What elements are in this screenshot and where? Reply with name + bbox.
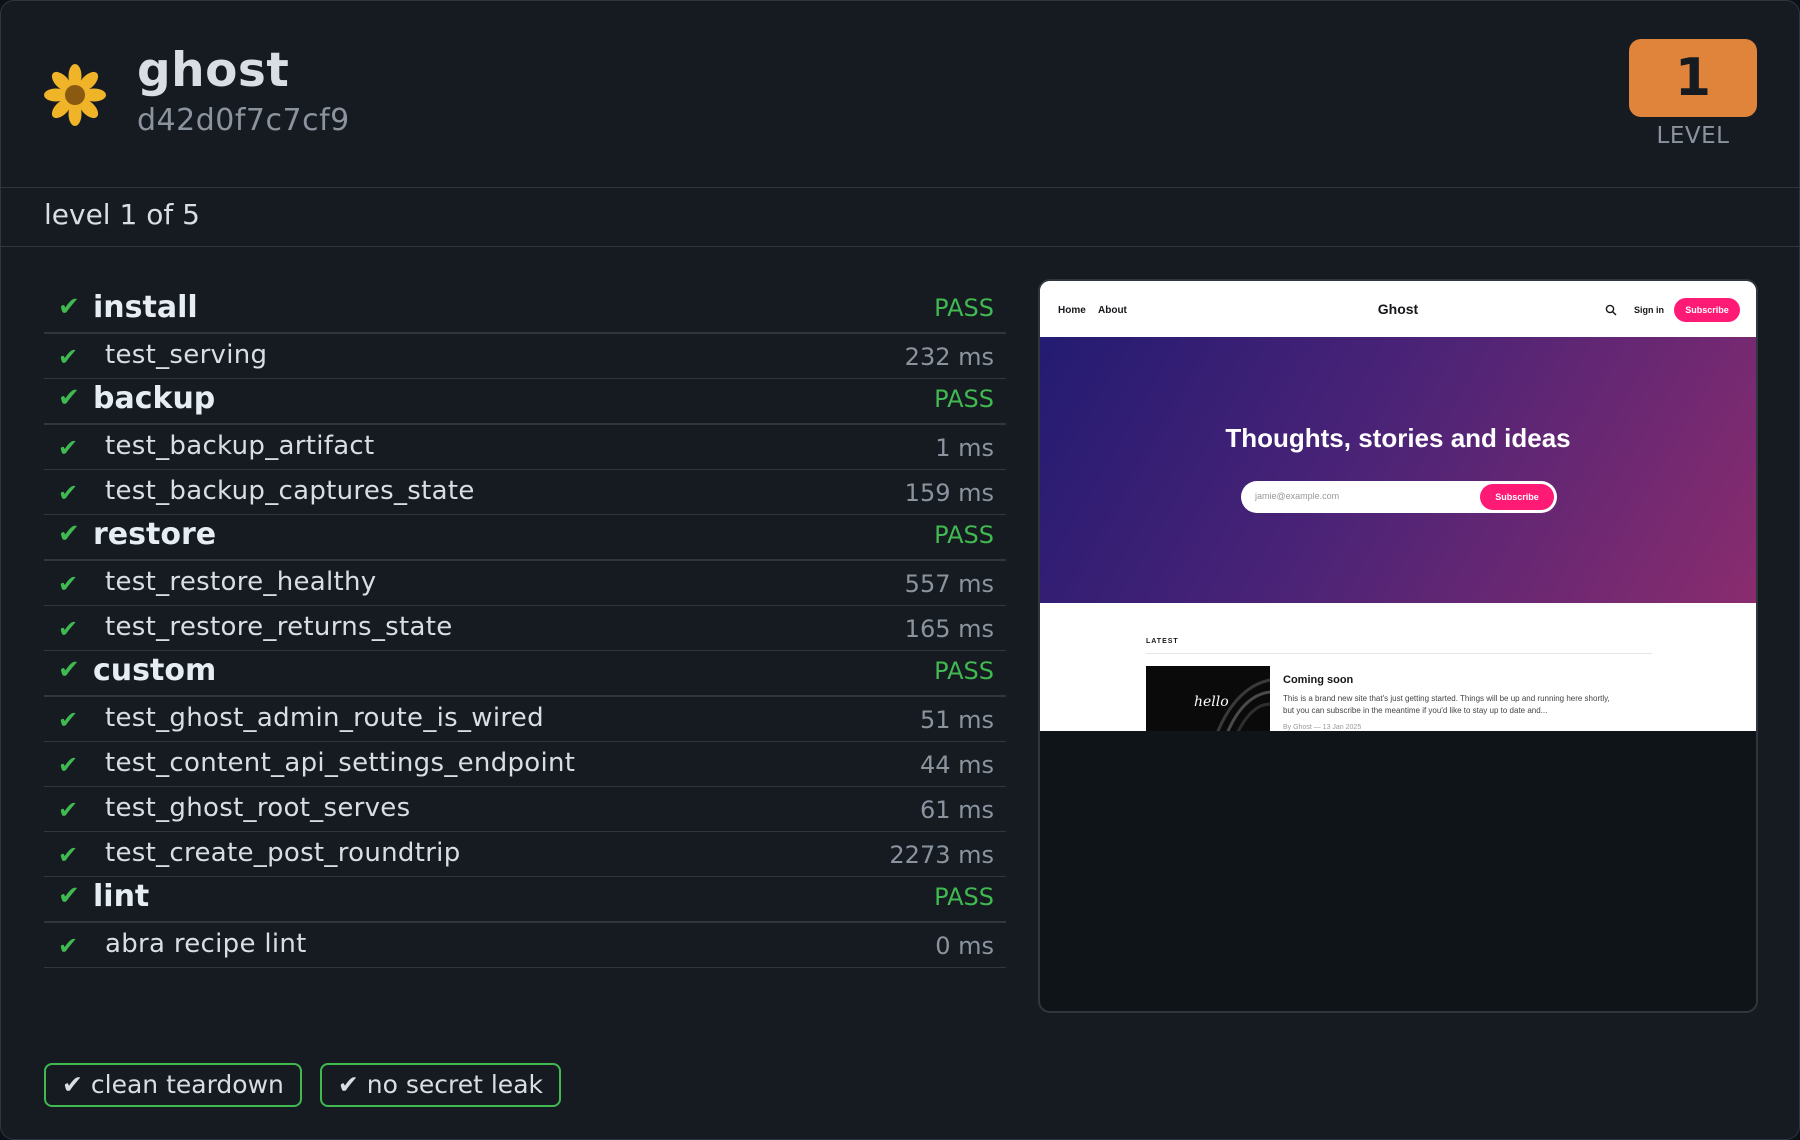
post-excerpt: This is a brand new site that's just get…: [1283, 694, 1610, 715]
report-header: ghost d42d0f7c7cf9 1 LEVEL: [1, 1, 1799, 188]
test-group-status: PASS: [934, 883, 994, 911]
level-progress-text: level 1 of 5: [44, 198, 200, 231]
test-name: test_restore_returns_state: [105, 612, 453, 642]
post-meta: By Ghost — 13 Jan 2025: [1283, 724, 1362, 731]
check-icon: ✔: [58, 615, 79, 643]
test-name: abra recipe lint: [105, 929, 307, 959]
test-row: ✔ test_ghost_admin_route_is_wired 51 ms: [44, 697, 1006, 742]
test-group-0: ✔ install PASS: [44, 288, 1006, 334]
test-group-name: lint: [93, 879, 150, 914]
hero-subscribe-button[interactable]: Subscribe: [1480, 484, 1554, 510]
post-thumbnail[interactable]: hello: [1146, 666, 1270, 731]
check-icon: ✔: [58, 932, 79, 960]
post-thumbnail-text: hello: [1194, 694, 1229, 710]
test-duration: 51 ms: [919, 706, 994, 734]
test-group-name: install: [93, 290, 198, 325]
test-duration: 1 ms: [935, 434, 994, 462]
test-name: test_create_post_roundtrip: [105, 838, 461, 868]
app-hash: d42d0f7c7cf9: [137, 103, 350, 138]
check-icon: ✔: [58, 383, 80, 413]
test-duration: 61 ms: [919, 796, 994, 824]
test-duration: 2273 ms: [889, 841, 994, 869]
test-group-1: ✔ backup PASS: [44, 379, 1006, 425]
footer-badge: ✔ no secret leak: [319, 1063, 561, 1107]
level-label: LEVEL: [1656, 123, 1730, 149]
check-icon: ✔: [58, 796, 79, 824]
level-badge: 1: [1629, 39, 1757, 117]
test-row: ✔ abra recipe lint 0 ms: [44, 923, 1006, 968]
footer-badges: ✔ clean teardown ✔ no secret leak: [44, 1063, 579, 1107]
hero-email-input[interactable]: jamie@example.com: [1255, 491, 1339, 501]
flower-icon: [44, 64, 106, 126]
test-group-3: ✔ custom PASS: [44, 651, 1006, 697]
test-group-2: ✔ restore PASS: [44, 515, 1006, 561]
site-nav: Home About Ghost Sign in Subscribe: [1040, 281, 1756, 338]
test-duration: 159 ms: [904, 479, 994, 507]
test-group-status: PASS: [934, 521, 994, 549]
check-icon: ✔: [58, 570, 79, 598]
test-results-list: ✔ install PASS ✔ test_serving 232 ms ✔ backup PA…: [44, 288, 1006, 968]
nav-subscribe-button[interactable]: Subscribe: [1674, 298, 1740, 322]
test-group-name: restore: [93, 517, 217, 552]
test-name: test_backup_artifact: [105, 431, 375, 461]
test-row: ✔ test_backup_captures_state 159 ms: [44, 470, 1006, 515]
test-group-status: PASS: [934, 385, 994, 413]
post-title[interactable]: Coming soon: [1283, 674, 1353, 686]
footer-badge: ✔ clean teardown: [44, 1063, 302, 1107]
check-icon: ✔: [58, 841, 79, 869]
test-name: test_backup_captures_state: [105, 476, 475, 506]
site-hero: Thoughts, stories and ideas jamie@exampl…: [1040, 337, 1756, 603]
check-icon: ✔: [58, 434, 79, 462]
test-duration: 232 ms: [904, 343, 994, 371]
test-row: ✔ test_backup_artifact 1 ms: [44, 425, 1006, 470]
hero-title: Thoughts, stories and ideas: [1225, 423, 1571, 453]
check-icon: ✔: [58, 519, 80, 549]
check-icon: ✔: [58, 292, 80, 322]
test-group-status: PASS: [934, 657, 994, 685]
ghost-site-preview: Home About Ghost Sign in Subscribe Thoug…: [1040, 281, 1756, 731]
test-group-name: backup: [93, 381, 216, 416]
check-icon: ✔: [58, 343, 79, 371]
report-card: ghost d42d0f7c7cf9 1 LEVEL level 1 of 5 …: [0, 0, 1800, 1140]
check-icon: ✔: [58, 751, 79, 779]
sign-in-link[interactable]: Sign in: [1634, 305, 1664, 315]
test-group-name: custom: [93, 653, 217, 688]
test-name: test_content_api_settings_endpoint: [105, 748, 576, 778]
latest-divider: [1146, 653, 1652, 654]
test-name: test_restore_healthy: [105, 567, 377, 597]
site-preview-screenshot: Home About Ghost Sign in Subscribe Thoug…: [1038, 279, 1758, 1013]
test-name: test_ghost_admin_route_is_wired: [105, 703, 544, 733]
check-icon: ✔: [58, 479, 79, 507]
level-progress-bar: level 1 of 5: [1, 188, 1799, 247]
test-row: ✔ test_restore_healthy 557 ms: [44, 561, 1006, 606]
test-name: test_ghost_root_serves: [105, 793, 411, 823]
test-row: ✔ test_create_post_roundtrip 2273 ms: [44, 832, 1006, 877]
test-group-status: PASS: [934, 294, 994, 322]
check-icon: ✔: [58, 706, 79, 734]
test-row: ✔ test_content_api_settings_endpoint 44 ms: [44, 742, 1006, 787]
latest-label: LATEST: [1146, 638, 1179, 645]
test-row: ✔ test_ghost_root_serves 61 ms: [44, 787, 1006, 832]
hero-subscribe-form: jamie@example.com Subscribe: [1241, 481, 1557, 513]
test-duration: 0 ms: [935, 932, 994, 960]
test-row: ✔ test_serving 232 ms: [44, 334, 1006, 379]
app-name: ghost: [137, 43, 290, 98]
search-icon[interactable]: [1605, 304, 1617, 316]
check-icon: ✔: [58, 881, 80, 911]
check-icon: ✔: [58, 655, 80, 685]
test-duration: 44 ms: [919, 751, 994, 779]
test-name: test_serving: [105, 340, 268, 370]
test-duration: 557 ms: [904, 570, 994, 598]
test-group-4: ✔ lint PASS: [44, 877, 1006, 923]
test-duration: 165 ms: [904, 615, 994, 643]
test-row: ✔ test_restore_returns_state 165 ms: [44, 606, 1006, 651]
